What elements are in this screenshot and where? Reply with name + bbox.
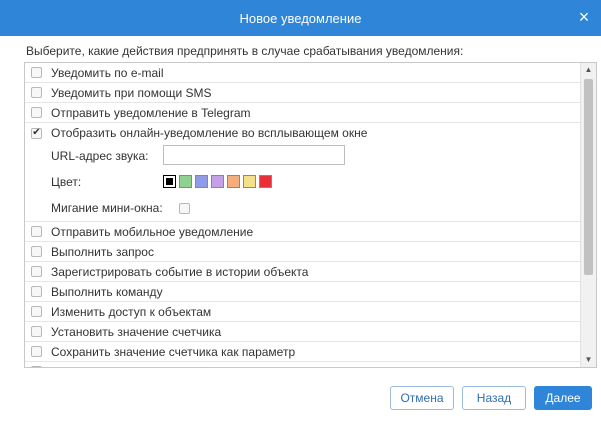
action-row[interactable]: Уведомить при помощи SMS <box>25 83 580 103</box>
checkbox[interactable] <box>31 306 42 317</box>
color-row: Цвет: <box>25 169 580 195</box>
dialog-prompt: Выберите, какие действия предпринять в с… <box>26 44 464 58</box>
scroll-down-icon[interactable]: ▼ <box>581 353 596 367</box>
action-row[interactable]: ✔ Отобразить онлайн-уведомление во всплыв… <box>25 123 580 143</box>
scrollbar[interactable]: ▲ ▼ <box>580 63 596 367</box>
checkbox[interactable] <box>31 266 42 277</box>
checkbox[interactable] <box>31 226 42 237</box>
action-row[interactable]: Зарегистрировать статус объекта <box>25 362 580 368</box>
color-swatch[interactable] <box>243 175 256 188</box>
checkbox[interactable] <box>31 67 42 78</box>
dialog-titlebar: Новое уведомление × <box>0 0 601 36</box>
action-label: Зарегистрировать событие в истории объек… <box>51 264 309 279</box>
sound-url-row: URL-адрес звука: <box>25 143 580 169</box>
checkbox[interactable] <box>31 326 42 337</box>
checkbox[interactable] <box>31 366 42 367</box>
color-swatches <box>163 175 272 188</box>
actions-list-content: Уведомить по e-mail Уведомить при помощи … <box>25 63 580 368</box>
color-swatch[interactable] <box>259 175 272 188</box>
action-label: Уведомить по e-mail <box>51 65 164 80</box>
popup-notification-group: ✔ Отобразить онлайн-уведомление во всплыв… <box>25 123 580 222</box>
action-label: Отобразить онлайн-уведомление во всплыва… <box>51 126 368 140</box>
color-swatch[interactable] <box>195 175 208 188</box>
checkbox[interactable] <box>31 286 42 297</box>
sound-url-label: URL-адрес звука: <box>51 149 149 163</box>
scroll-up-icon[interactable]: ▲ <box>581 63 596 77</box>
checkbox[interactable] <box>31 87 42 98</box>
action-row[interactable]: Зарегистрировать событие в истории объек… <box>25 262 580 282</box>
dialog-title: Новое уведомление <box>239 10 362 26</box>
action-label: Выполнить команду <box>51 284 163 299</box>
scroll-thumb[interactable] <box>584 79 593 275</box>
action-row[interactable]: Отправить мобильное уведомление <box>25 222 580 242</box>
blink-checkbox[interactable] <box>179 203 190 214</box>
checkbox[interactable] <box>31 346 42 357</box>
actions-list[interactable]: Уведомить по e-mail Уведомить при помощи … <box>24 62 597 368</box>
sound-url-input[interactable] <box>163 145 345 165</box>
action-label: Выполнить запрос <box>51 244 154 259</box>
close-icon[interactable]: × <box>575 8 593 26</box>
action-row[interactable]: Установить значение счетчика <box>25 322 580 342</box>
action-row[interactable]: Сохранить значение счетчика как параметр <box>25 342 580 362</box>
back-button[interactable]: Назад <box>462 386 526 410</box>
action-row[interactable]: Выполнить запрос <box>25 242 580 262</box>
next-button[interactable]: Далее <box>534 386 592 410</box>
action-label: Изменить доступ к объектам <box>51 304 212 319</box>
cancel-button[interactable]: Отмена <box>390 386 454 410</box>
action-row[interactable]: Выполнить команду <box>25 282 580 302</box>
blink-label: Мигание мини-окна: <box>51 201 163 215</box>
action-row[interactable]: Изменить доступ к объектам <box>25 302 580 322</box>
color-swatch[interactable] <box>227 175 240 188</box>
color-swatch-selected[interactable] <box>163 175 176 188</box>
action-label: Зарегистрировать статус объекта <box>51 365 239 368</box>
color-swatch[interactable] <box>179 175 192 188</box>
color-label: Цвет: <box>51 175 82 189</box>
action-label: Установить значение счетчика <box>51 324 222 339</box>
action-row[interactable]: Отправить уведомление в Telegram <box>25 103 580 123</box>
color-swatch[interactable] <box>211 175 224 188</box>
checkbox[interactable] <box>31 107 42 118</box>
checkbox-checked[interactable]: ✔ <box>31 127 42 139</box>
blink-row: Мигание мини-окна: <box>25 195 580 221</box>
action-label: Отправить мобильное уведомление <box>51 224 254 239</box>
action-row[interactable]: Уведомить по e-mail <box>25 63 580 83</box>
notification-dialog: Новое уведомление × Выберите, какие дейс… <box>0 0 601 421</box>
action-label: Уведомить при помощи SMS <box>51 85 212 100</box>
checkbox[interactable] <box>31 246 42 257</box>
action-label: Отправить уведомление в Telegram <box>51 105 251 120</box>
action-label: Сохранить значение счетчика как параметр <box>51 344 296 359</box>
